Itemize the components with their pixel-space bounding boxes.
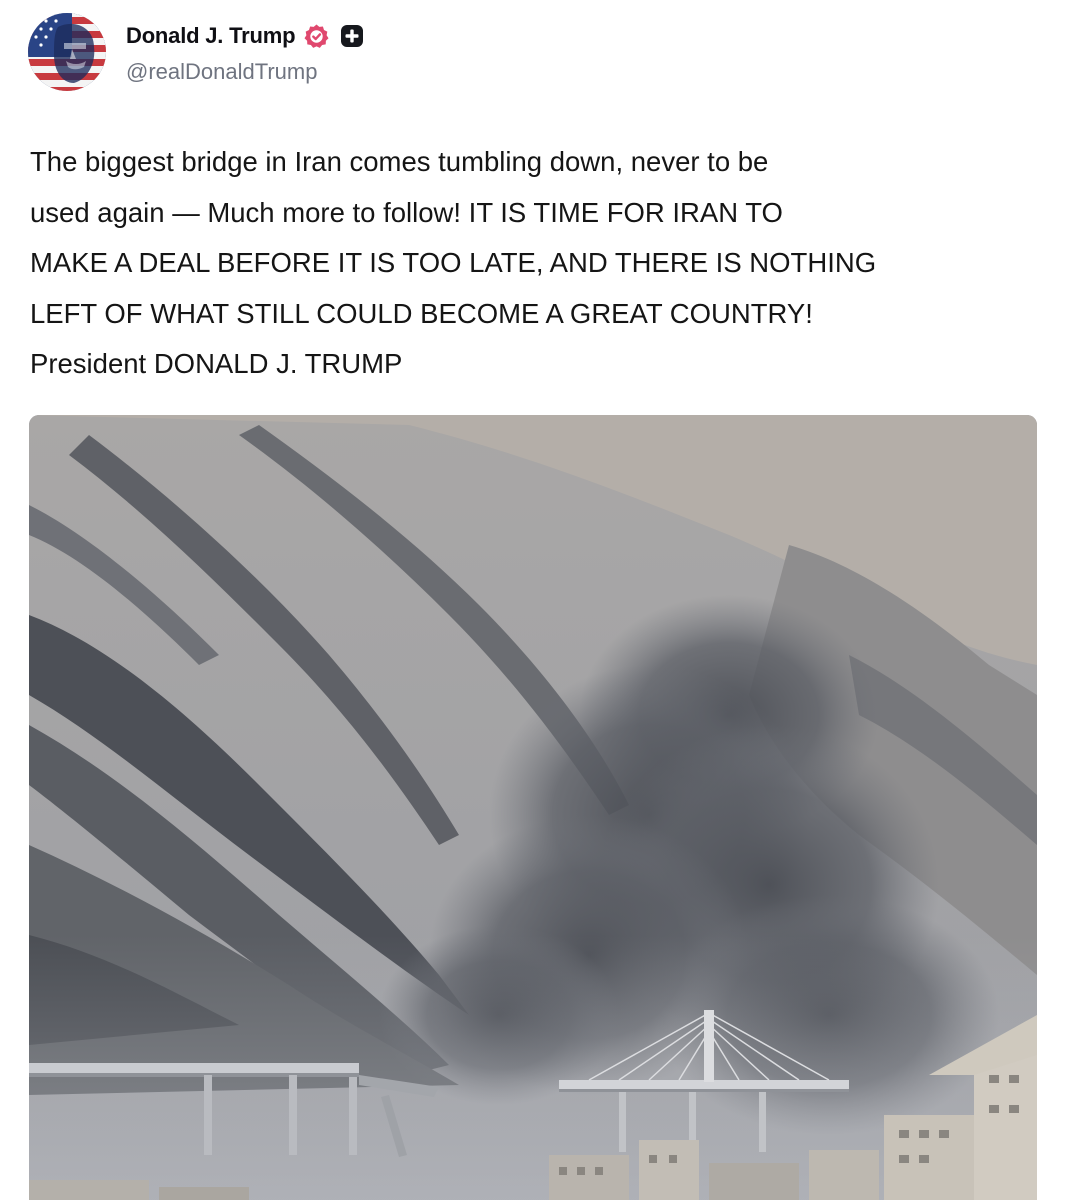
name-row: Donald J. Trump <box>126 17 364 55</box>
post-text-line: LEFT OF WHAT STILL COULD BECOME A GREAT … <box>30 297 813 329</box>
avatar[interactable] <box>28 13 106 91</box>
post-text-line: The biggest bridge in Iran comes tumblin… <box>30 146 769 177</box>
author-names: Donald J. Trump @realDonaldTrump <box>126 17 364 87</box>
post-card: Donald J. Trump @realDonaldTrump The big… <box>0 0 1068 1200</box>
bridge-collapse-image <box>29 415 1037 1200</box>
american-flag-portrait-avatar <box>28 13 106 91</box>
post-media-video[interactable] <box>29 415 1037 1200</box>
display-name[interactable]: Donald J. Trump <box>126 23 296 49</box>
post-text-line: used again — Much more to follow! IT IS … <box>30 196 783 228</box>
author-handle[interactable]: @realDonaldTrump <box>126 57 364 87</box>
plus-badge-icon <box>340 24 364 48</box>
post-text: The biggest bridge in Iran comes tumblin… <box>30 137 1040 390</box>
verified-badge-icon <box>303 23 330 50</box>
post-text-line: MAKE A DEAL BEFORE IT IS TOO LATE, AND T… <box>30 247 877 278</box>
post-header: Donald J. Trump @realDonaldTrump <box>28 12 364 92</box>
post-text-line: President DONALD J. TRUMP <box>30 348 403 379</box>
